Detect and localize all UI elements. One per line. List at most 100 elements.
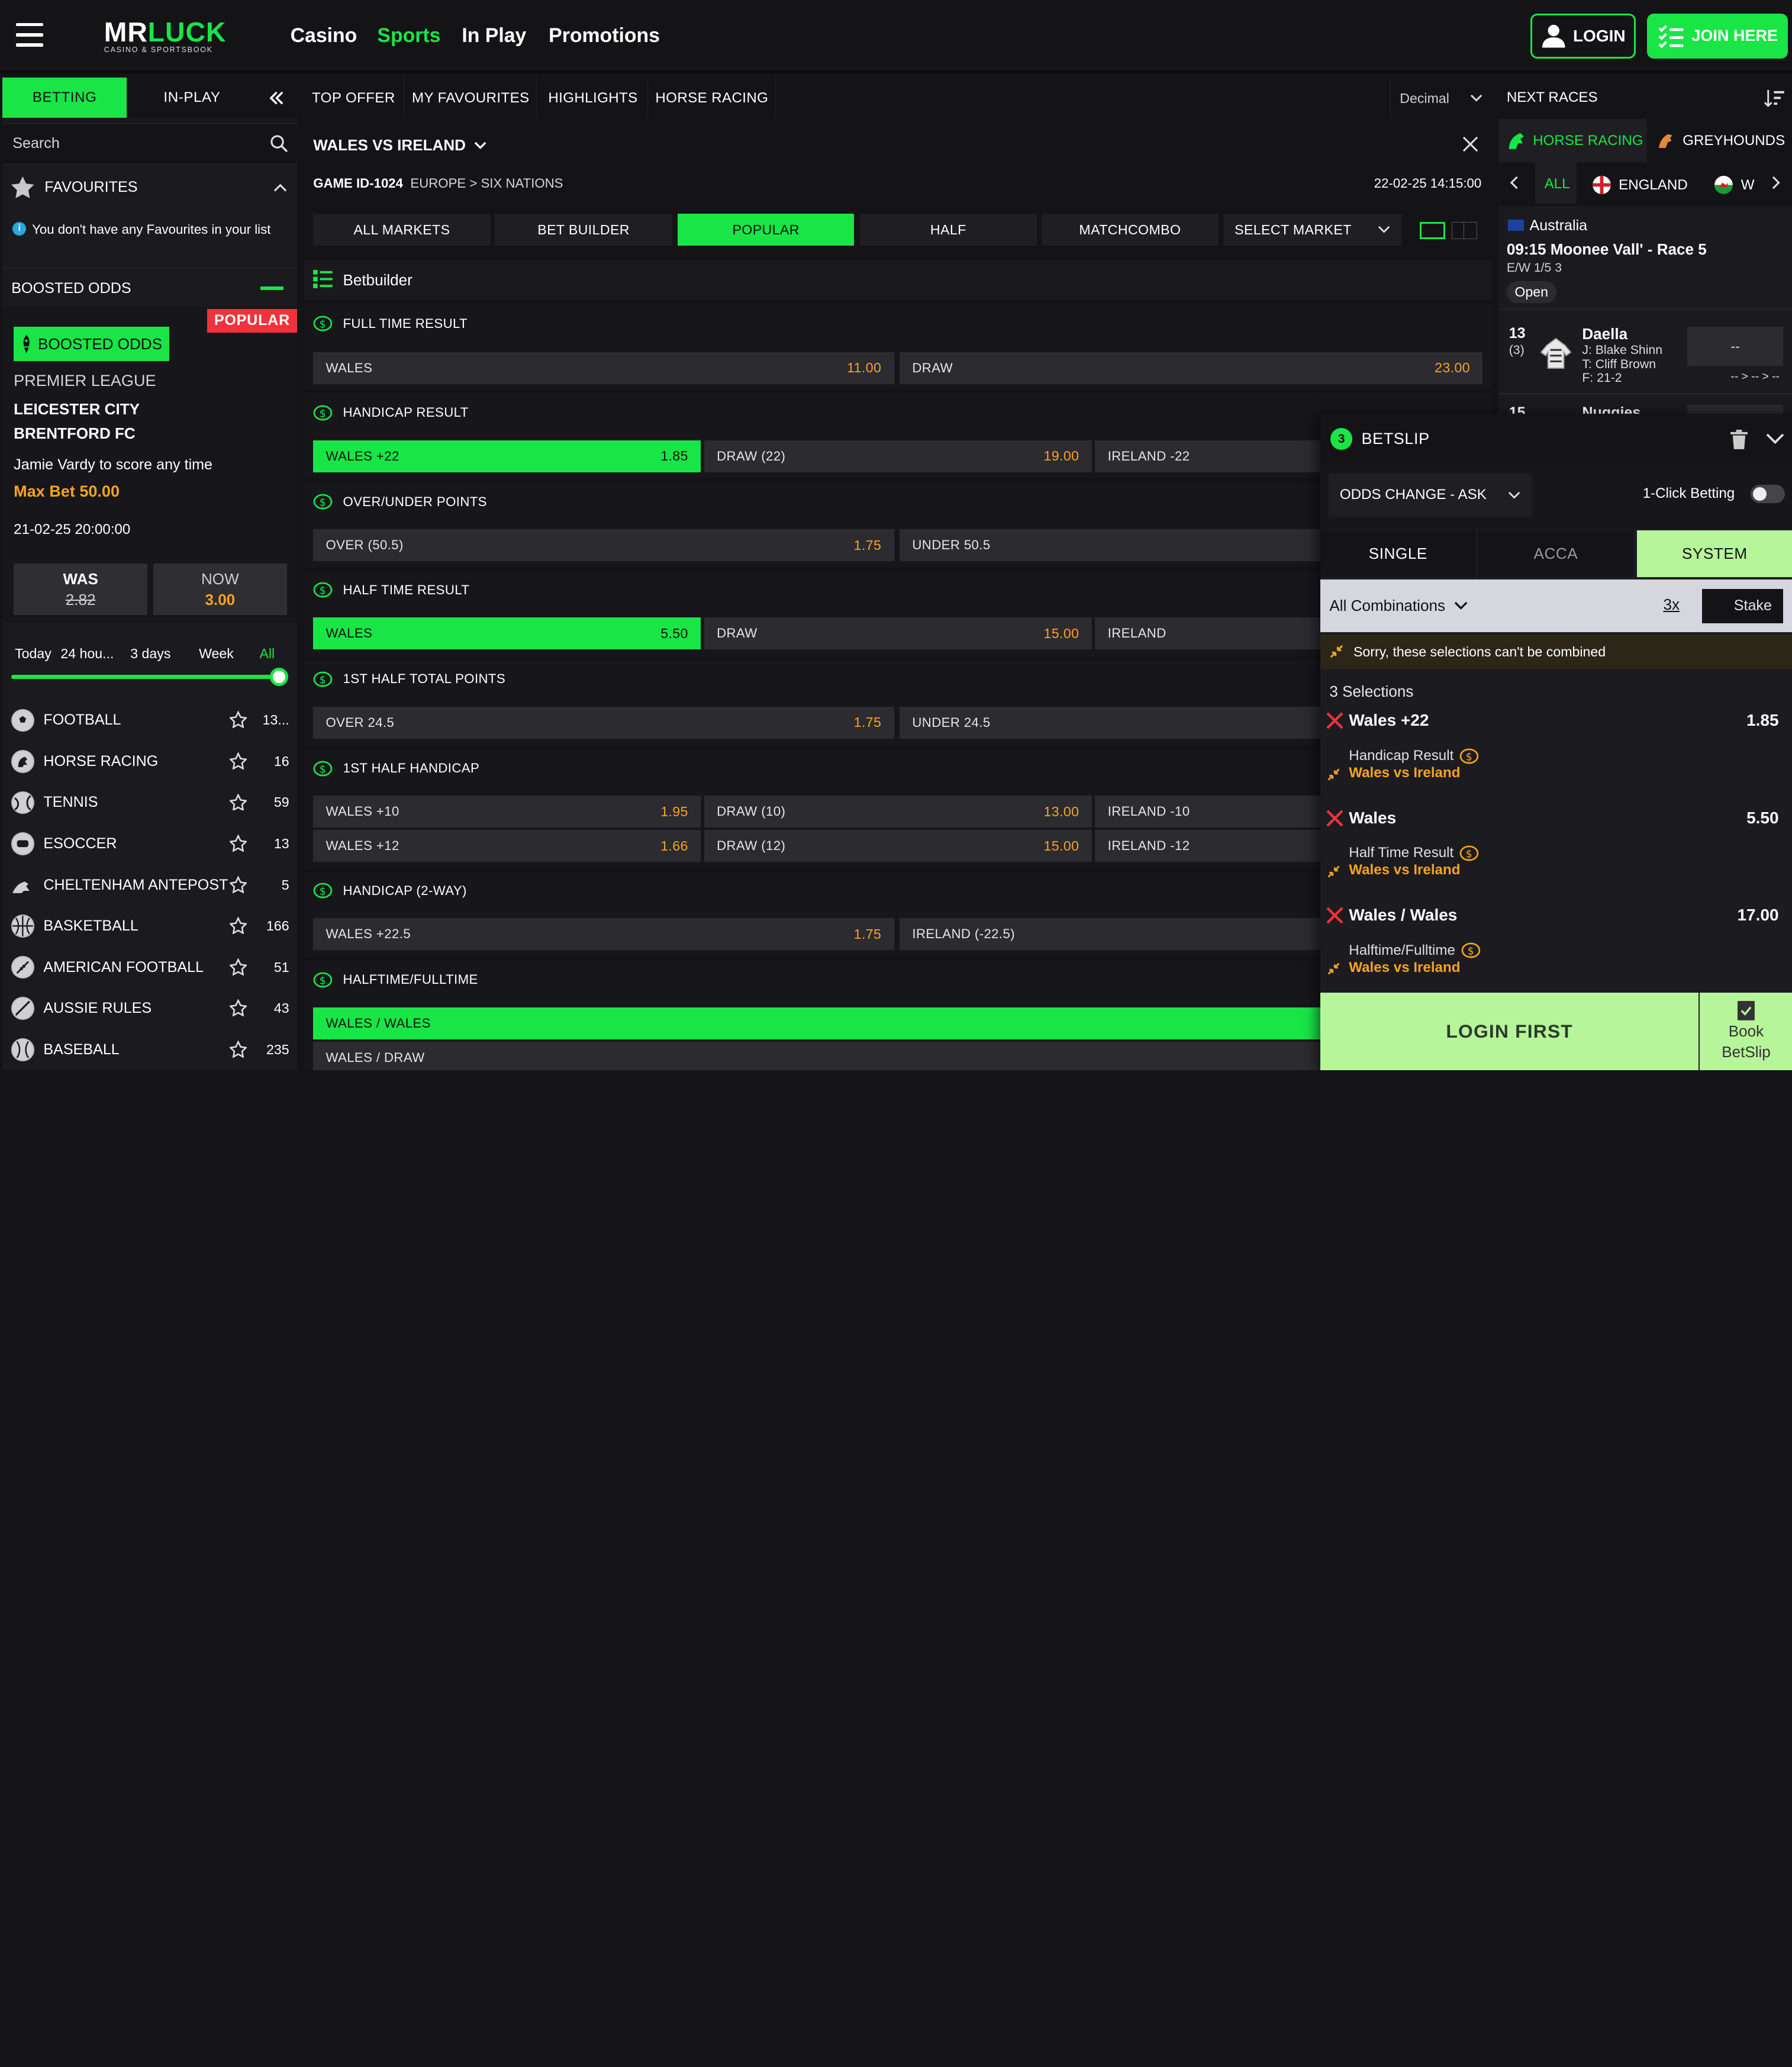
tab-horse-racing[interactable]: HORSE RACING xyxy=(649,78,775,119)
chevron-right-icon[interactable] xyxy=(1772,176,1781,189)
sort-icon[interactable] xyxy=(1764,89,1785,107)
favourites-header[interactable]: FAVOURITES xyxy=(2,168,297,207)
tab-highlights[interactable]: HIGHLIGHTS xyxy=(539,78,649,119)
star-outline-icon[interactable] xyxy=(230,917,248,935)
odds-button[interactable]: DRAW (10) 13.00 xyxy=(704,796,1092,828)
star-outline-icon[interactable] xyxy=(230,999,248,1018)
country-wales[interactable]: W xyxy=(1714,176,1755,195)
time-slider-track[interactable] xyxy=(11,674,286,680)
nav-promotions[interactable]: Promotions xyxy=(549,24,660,47)
filter-today[interactable]: Today xyxy=(15,646,51,662)
odds-button[interactable]: WALES +22.5 1.75 xyxy=(313,918,894,951)
odds-button-selected[interactable]: WALES 5.50 xyxy=(313,617,701,650)
odds-button[interactable]: WALES / DRAW xyxy=(313,1041,1483,1070)
menu-icon[interactable] xyxy=(16,22,44,48)
star-outline-icon[interactable] xyxy=(230,1040,248,1059)
filter-all[interactable]: All xyxy=(259,646,275,662)
betslip-tab-single[interactable]: SINGLE xyxy=(1320,530,1476,578)
select-market-dropdown[interactable]: SELECT MARKET xyxy=(1223,214,1402,246)
odds-button[interactable]: DRAW (22) 19.00 xyxy=(704,440,1092,472)
trash-icon[interactable] xyxy=(1730,430,1748,450)
login-button[interactable]: LOGIN xyxy=(1530,14,1636,59)
market-tab-popular[interactable]: POPULAR xyxy=(678,214,854,246)
sport-item-horse-racing[interactable]: HORSE RACING 16 xyxy=(2,741,297,783)
combination-multiplier[interactable]: 3x xyxy=(1663,595,1680,614)
market-tab-all-markets[interactable]: ALL MARKETS xyxy=(313,214,491,246)
tab-my-favourites[interactable]: MY FAVOURITES xyxy=(405,78,537,119)
combinations-select[interactable]: All Combinations xyxy=(1329,597,1468,615)
star-outline-icon[interactable] xyxy=(230,752,248,771)
remove-selection-icon[interactable] xyxy=(1326,907,1343,924)
tab-greyhounds[interactable]: GREYHOUNDS xyxy=(1656,119,1785,162)
nav-casino[interactable]: Casino xyxy=(291,24,357,47)
market-tab-matchcombo[interactable]: MATCHCOMBO xyxy=(1041,214,1219,246)
tab-top-offer[interactable]: TOP OFFER xyxy=(304,78,404,119)
star-outline-icon[interactable] xyxy=(230,711,248,729)
sport-item-cheltenham-antepost[interactable]: CHELTENHAM ANTEPOST 5 xyxy=(2,864,297,906)
odds-button[interactable]: OVER (50.5) 1.75 xyxy=(313,529,894,562)
star-outline-icon[interactable] xyxy=(230,875,248,894)
boosted-odds-header[interactable]: BOOSTED ODDS xyxy=(2,267,298,309)
sport-item-tennis[interactable]: TENNIS 59 xyxy=(2,782,297,823)
odds-button[interactable]: DRAW 23.00 xyxy=(900,352,1483,384)
odds-button[interactable]: DRAW (12) 15.00 xyxy=(704,830,1092,862)
single-column-view-icon[interactable] xyxy=(1420,221,1445,239)
sport-item-aussie-rules[interactable]: AUSSIE RULES 43 xyxy=(2,988,297,1029)
login-first-button[interactable]: LOGIN FIRST xyxy=(1320,992,1699,1070)
match-title-dropdown[interactable]: WALES VS IRELAND xyxy=(313,136,486,154)
runner-price-button[interactable]: -- xyxy=(1687,327,1784,366)
remove-selection-icon[interactable] xyxy=(1326,809,1343,827)
close-icon[interactable] xyxy=(1462,136,1478,152)
search-icon[interactable] xyxy=(270,134,288,153)
filter-3-days[interactable]: 3 days xyxy=(130,646,170,662)
nav-sports[interactable]: Sports xyxy=(377,24,440,47)
odds-button-selected[interactable]: WALES +22 1.85 xyxy=(313,440,701,472)
boost-now-button[interactable]: NOW 3.00 xyxy=(153,564,287,616)
book-betslip-button[interactable]: Book BetSlip xyxy=(1700,992,1792,1070)
sport-item-baseball[interactable]: BASEBALL 235 xyxy=(2,1029,297,1070)
odds-button-selected[interactable]: WALES / WALES xyxy=(313,1007,1483,1039)
star-outline-icon[interactable] xyxy=(230,793,248,812)
odds-button[interactable]: OVER 24.5 1.75 xyxy=(313,706,894,739)
tab-betting[interactable]: BETTING xyxy=(2,78,127,118)
betslip-header[interactable]: 3 BETSLIP xyxy=(1320,414,1792,465)
betslip-tab-acca[interactable]: ACCA xyxy=(1478,530,1634,578)
nav-in-play[interactable]: In Play xyxy=(462,24,526,47)
market-tab-half[interactable]: HALF xyxy=(859,214,1037,246)
race-title[interactable]: 09:15 Moonee Vall' - Race 5 xyxy=(1507,240,1707,259)
country-england[interactable]: ENGLAND xyxy=(1592,176,1688,195)
logo[interactable]: MRLUCK CASINO & SPORTSBOOK xyxy=(104,18,230,55)
next-runner-price-button[interactable] xyxy=(1687,404,1784,414)
sport-item-football[interactable]: FOOTBALL 13... xyxy=(2,700,297,741)
boosted-odds-button[interactable]: BOOSTED ODDS xyxy=(14,327,169,362)
tab-horse-racing-races[interactable]: HORSE RACING xyxy=(1507,119,1643,162)
search-input[interactable] xyxy=(2,124,259,163)
market-tab-bet-builder[interactable]: BET BUILDER xyxy=(495,214,672,246)
filter-24-hours[interactable]: 24 hou... xyxy=(60,646,114,662)
sport-item-american-football[interactable]: AMERICAN FOOTBALL 51 xyxy=(2,946,297,988)
odds-change-select[interactable]: ODDS CHANGE - ASK xyxy=(1328,473,1532,517)
collapse-sidebar-button[interactable] xyxy=(256,78,298,118)
betbuilder-row[interactable]: Betbuilder xyxy=(304,260,1492,300)
stake-input[interactable] xyxy=(1702,588,1784,623)
one-click-toggle[interactable] xyxy=(1751,484,1785,503)
chevron-left-icon[interactable] xyxy=(1509,176,1518,189)
odds-button[interactable]: WALES +10 1.95 xyxy=(313,796,701,828)
sport-item-basketball[interactable]: BASKETBALL 166 xyxy=(2,906,297,947)
time-slider-handle[interactable] xyxy=(269,668,288,686)
odds-button[interactable]: WALES +12 1.66 xyxy=(313,830,701,862)
betslip-tab-system[interactable]: SYSTEM xyxy=(1637,530,1792,578)
join-button[interactable]: JOIN HERE xyxy=(1647,14,1788,59)
chevron-down-icon[interactable] xyxy=(1766,433,1784,445)
country-all[interactable]: ALL xyxy=(1545,176,1570,192)
filter-week[interactable]: Week xyxy=(199,646,234,662)
star-outline-icon[interactable] xyxy=(230,958,248,977)
odds-button[interactable]: WALES 11.00 xyxy=(313,352,894,384)
two-column-view-icon[interactable] xyxy=(1452,221,1477,239)
star-outline-icon[interactable] xyxy=(230,835,248,853)
sport-item-esoccer[interactable]: ESOCCER 13 xyxy=(2,823,297,865)
tab-in-play[interactable]: IN-PLAY xyxy=(128,78,256,118)
odds-format-select[interactable]: Decimal xyxy=(1390,78,1492,119)
remove-selection-icon[interactable] xyxy=(1326,712,1343,729)
odds-button[interactable]: DRAW 15.00 xyxy=(704,617,1092,650)
